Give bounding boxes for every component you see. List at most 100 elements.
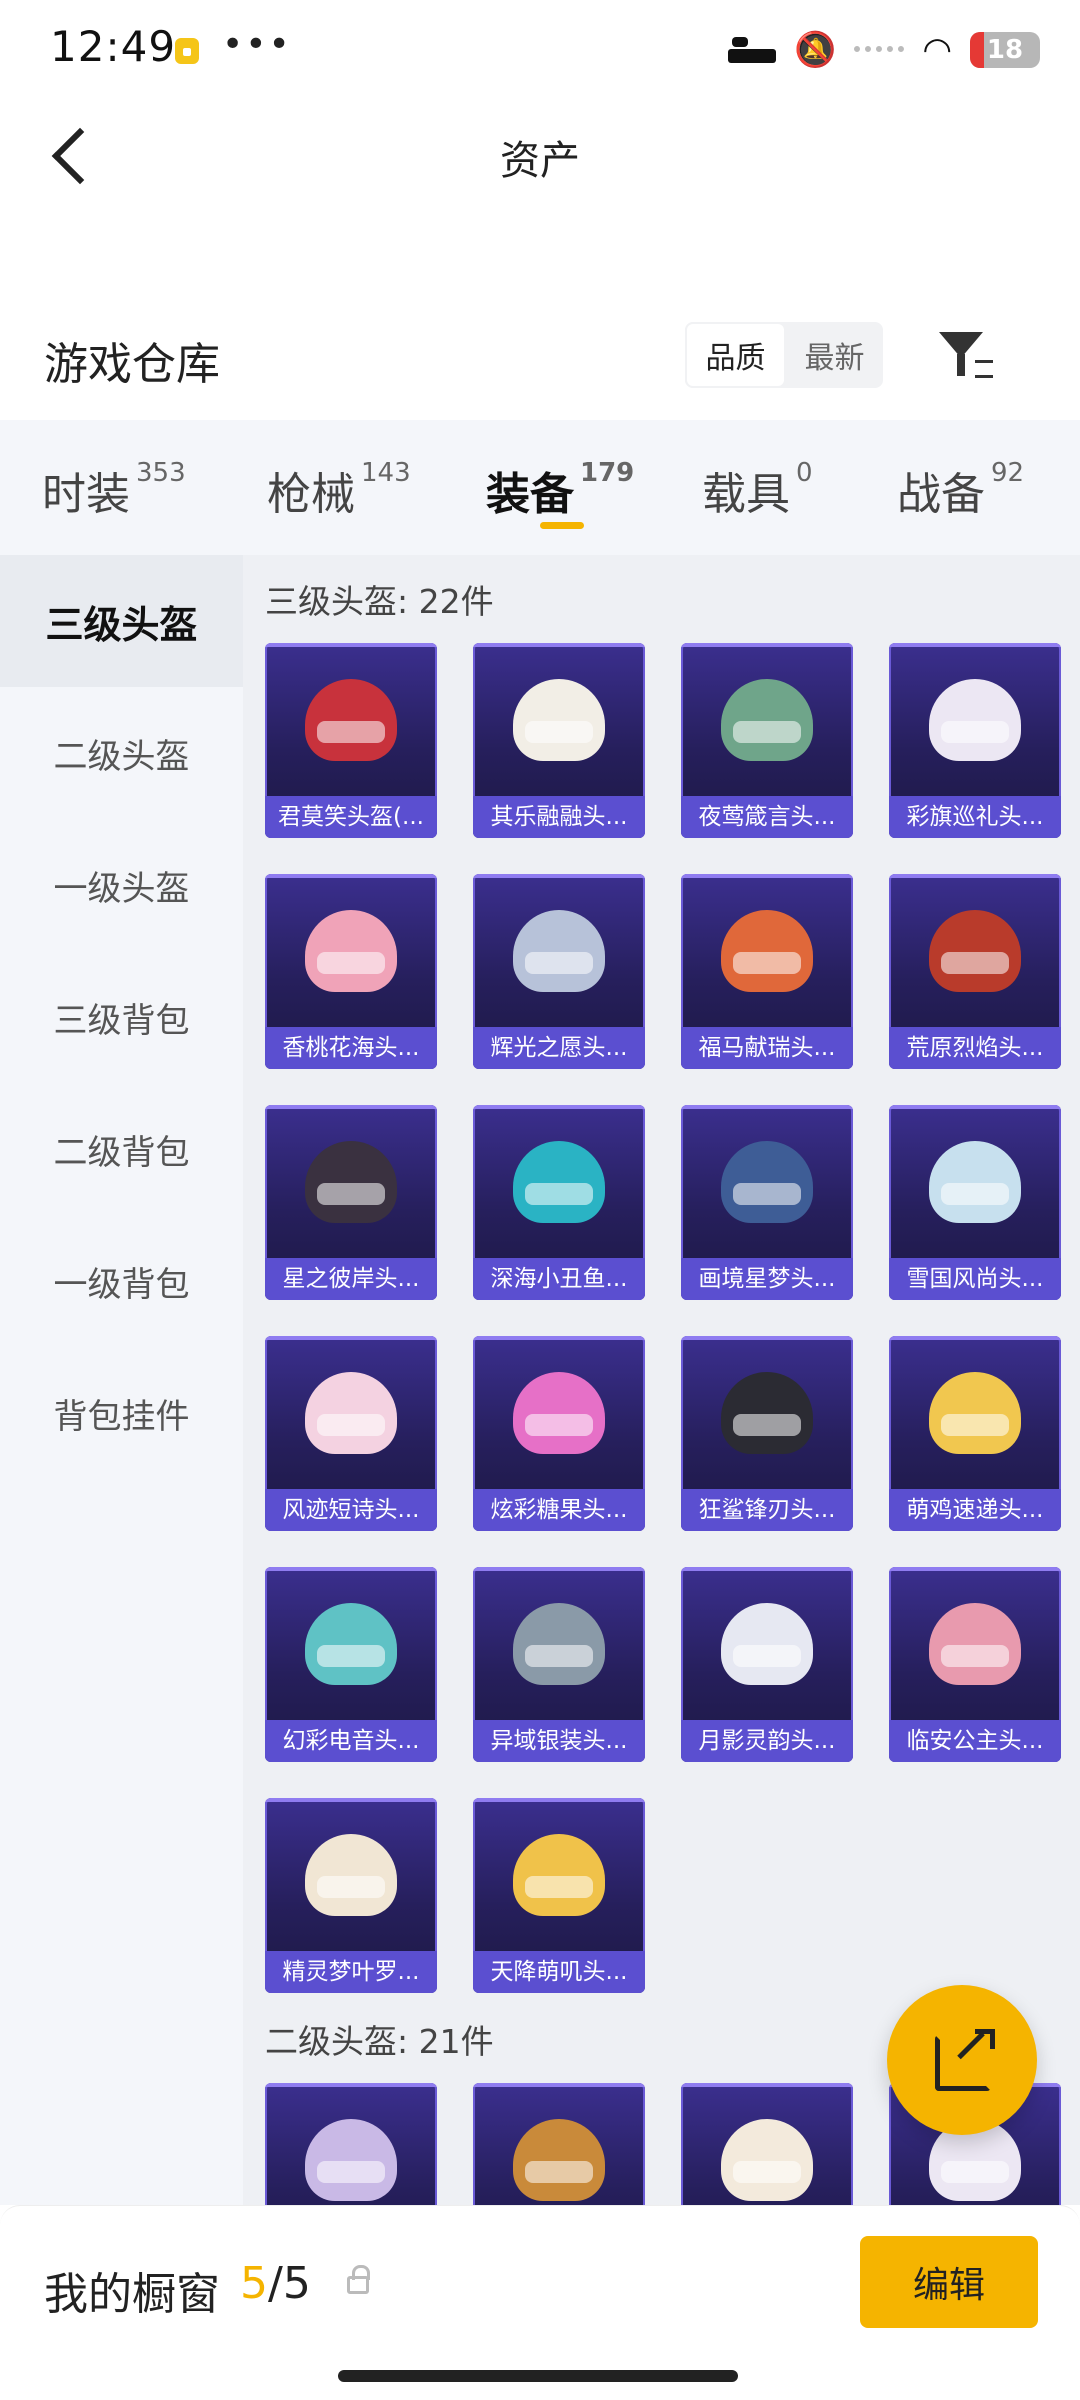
item-card[interactable]: 月影灵韵头...	[681, 1567, 853, 1762]
tab-fashion[interactable]: 时装 353	[42, 458, 186, 522]
item-card[interactable]: 幻彩电音头...	[265, 1567, 437, 1762]
sidebar-item-backpack-charm[interactable]: 背包挂件	[0, 1347, 243, 1479]
showcase-count-number: 5	[240, 2258, 268, 2309]
item-label: 月影灵韵头...	[681, 1720, 853, 1762]
helmet-image	[929, 1141, 1021, 1223]
filter-button[interactable]	[935, 324, 995, 384]
helmet-visor	[733, 952, 801, 974]
helmet-image	[513, 679, 605, 761]
item-card[interactable]: 其乐融融头...	[473, 643, 645, 838]
item-card[interactable]	[681, 2083, 853, 2205]
item-card[interactable]	[265, 2083, 437, 2205]
bed-icon	[727, 37, 776, 63]
helmet-image	[513, 1141, 605, 1223]
item-card[interactable]: 狂鲨锋刃头...	[681, 1336, 853, 1531]
section-title: 三级头盔: 22件	[265, 582, 494, 621]
item-card[interactable]: 香桃花海头...	[265, 874, 437, 1069]
status-time: 12:49	[50, 22, 177, 71]
item-card[interactable]: 彩旗巡礼头...	[889, 643, 1061, 838]
helmet-image	[929, 910, 1021, 992]
item-card[interactable]: 君莫笑头盔(...	[265, 643, 437, 838]
helmet-visor	[733, 1183, 801, 1205]
status-bar: 12:49 ••• 🔕 ◠ 18	[0, 0, 1080, 100]
signal-icon	[854, 46, 905, 54]
home-indicator[interactable]	[338, 2370, 738, 2382]
helmet-visor	[525, 2161, 593, 2183]
item-card[interactable]: 萌鸡速递头...	[889, 1336, 1061, 1531]
helmet-visor	[733, 2161, 801, 2183]
sidebar-item-level1-helmet[interactable]: 一级头盔	[0, 819, 243, 951]
tab-weapons[interactable]: 枪械 143	[267, 458, 411, 522]
sidebar-item-level3-backpack[interactable]: 三级背包	[0, 951, 243, 1083]
helmet-visor	[525, 952, 593, 974]
item-card[interactable]: 风迹短诗头...	[265, 1336, 437, 1531]
page-title: 资产	[500, 138, 580, 184]
sidebar-item-level3-helmet[interactable]: 三级头盔	[0, 555, 243, 687]
sort-quality-button[interactable]: 品质	[685, 322, 786, 388]
item-card[interactable]: 夜莺箴言头...	[681, 643, 853, 838]
filter-icon	[975, 360, 993, 378]
item-card[interactable]: 异域银装头...	[473, 1567, 645, 1762]
warehouse-title: 游戏仓库	[44, 339, 220, 390]
helmet-visor	[733, 721, 801, 743]
sort-newest-button[interactable]: 最新	[786, 322, 883, 388]
item-label: 彩旗巡礼头...	[889, 796, 1061, 838]
tab-supplies[interactable]: 战备 92	[897, 458, 1024, 522]
tab-label: 战备	[897, 469, 985, 520]
sidebar-item-level2-helmet[interactable]: 二级头盔	[0, 687, 243, 819]
helmet-image	[513, 2119, 605, 2201]
item-card[interactable]: 福马献瑞头...	[681, 874, 853, 1069]
showcase-count: 5/5	[240, 2258, 311, 2309]
item-label: 风迹短诗头...	[265, 1489, 437, 1531]
item-card[interactable]: 画境星梦头...	[681, 1105, 853, 1300]
helmet-image	[721, 679, 813, 761]
battery-level: 18	[986, 35, 1024, 65]
battery-icon: 18	[970, 32, 1040, 68]
helmet-image	[305, 910, 397, 992]
share-button[interactable]	[887, 1985, 1037, 2135]
sidebar: 三级头盔 二级头盔 一级头盔 三级背包 二级背包 一级背包 背包挂件	[0, 555, 243, 2205]
helmet-image	[721, 1603, 813, 1685]
status-icons: 🔕 ◠ 18	[727, 28, 1040, 72]
helmet-image	[721, 1372, 813, 1454]
tab-vehicles[interactable]: 载具 0	[702, 458, 813, 522]
item-label: 狂鲨锋刃头...	[681, 1489, 853, 1531]
item-label: 幻彩电音头...	[265, 1720, 437, 1762]
item-card[interactable]: 荒原烈焰头...	[889, 874, 1061, 1069]
item-card[interactable]: 临安公主头...	[889, 1567, 1061, 1762]
helmet-image	[929, 1372, 1021, 1454]
tab-equipment[interactable]: 装备 179	[486, 458, 634, 522]
item-label: 精灵梦叶罗...	[265, 1951, 437, 1993]
item-card[interactable]: 雪国风尚头...	[889, 1105, 1061, 1300]
item-label: 异域银装头...	[473, 1720, 645, 1762]
helmet-image	[513, 1603, 605, 1685]
sidebar-item-level1-backpack[interactable]: 一级背包	[0, 1215, 243, 1347]
item-label: 辉光之愿头...	[473, 1027, 645, 1069]
helmet-visor	[941, 1645, 1009, 1667]
wifi-icon: ◠	[922, 30, 952, 70]
item-card[interactable]: 星之彼岸头...	[265, 1105, 437, 1300]
item-label: 临安公主头...	[889, 1720, 1061, 1762]
tab-label: 枪械	[267, 469, 355, 520]
item-card[interactable]: 深海小丑鱼...	[473, 1105, 645, 1300]
sidebar-item-level2-backpack[interactable]: 二级背包	[0, 1083, 243, 1215]
helmet-image	[513, 1834, 605, 1916]
item-card[interactable]: 炫彩糖果头...	[473, 1336, 645, 1531]
item-card[interactable]	[473, 2083, 645, 2205]
helmet-visor	[317, 721, 385, 743]
edit-button[interactable]: 编辑	[860, 2236, 1038, 2328]
item-card[interactable]: 天降萌叽头...	[473, 1798, 645, 1993]
helmet-visor	[317, 1645, 385, 1667]
helmet-image	[929, 1603, 1021, 1685]
showcase-label: 我的橱窗	[44, 2269, 220, 2320]
item-card[interactable]: 精灵梦叶罗...	[265, 1798, 437, 1993]
tab-count: 0	[796, 458, 813, 488]
share-out-icon	[975, 2029, 995, 2049]
item-label: 其乐融融头...	[473, 796, 645, 838]
tab-count: 179	[580, 458, 635, 488]
helmet-visor	[317, 1876, 385, 1898]
mute-icon: 🔕	[793, 30, 837, 70]
item-label: 雪国风尚头...	[889, 1258, 1061, 1300]
helmet-visor	[941, 2161, 1009, 2183]
item-card[interactable]: 辉光之愿头...	[473, 874, 645, 1069]
